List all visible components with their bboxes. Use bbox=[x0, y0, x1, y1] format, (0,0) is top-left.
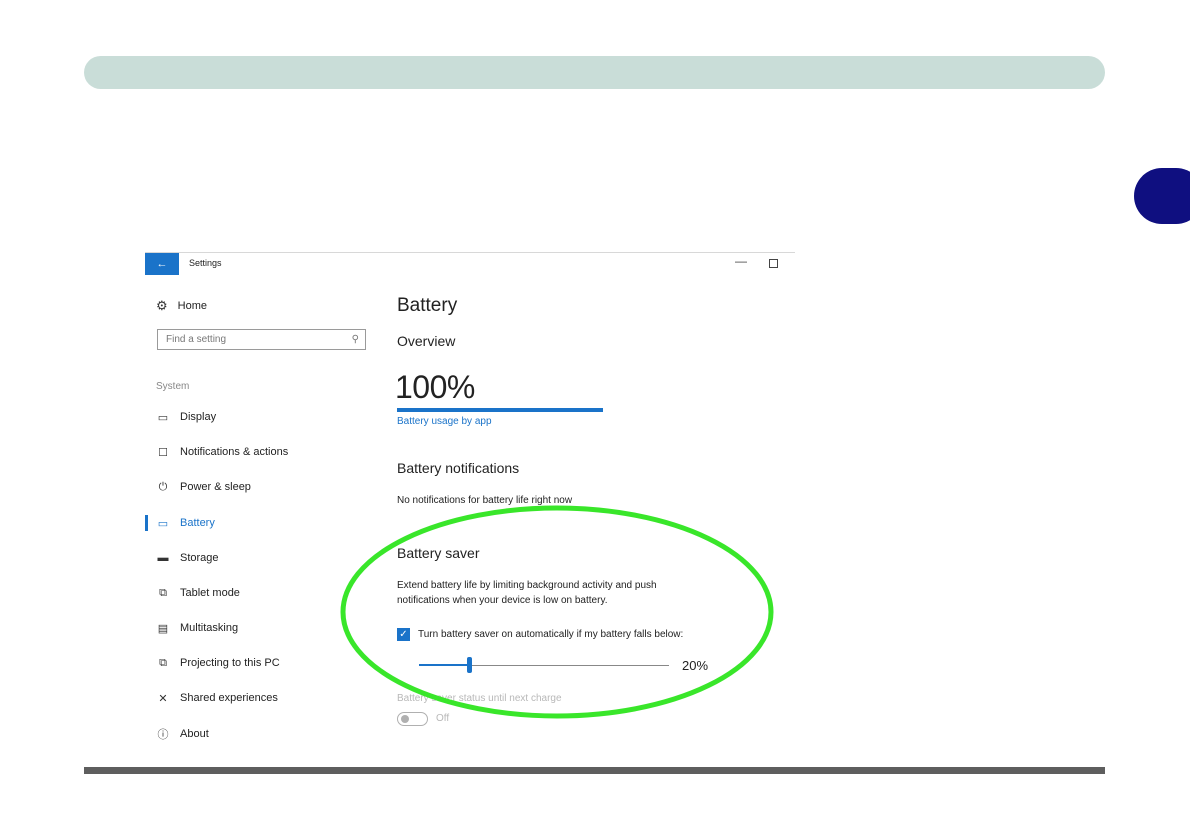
sidebar-item-label: Notifications & actions bbox=[180, 446, 289, 458]
sidebar-item-projecting[interactable]: ⧉ Projecting to this PC bbox=[156, 655, 280, 671]
multitasking-icon: ▤ bbox=[157, 622, 169, 635]
sidebar-item-label: Tablet mode bbox=[180, 587, 240, 599]
footer-rule bbox=[84, 767, 1105, 774]
power-icon: ⏻ bbox=[158, 480, 168, 493]
sidebar-item-tablet-mode[interactable]: ⧉ Tablet mode bbox=[156, 585, 240, 601]
battery-level-fill bbox=[397, 408, 603, 412]
sidebar-item-label: About bbox=[180, 728, 209, 740]
overview-heading: Overview bbox=[397, 333, 456, 349]
tablet-mode-icon: ⧉ bbox=[159, 586, 167, 599]
sidebar-item-notifications[interactable]: ☐ Notifications & actions bbox=[156, 444, 288, 460]
minimize-button[interactable]: — bbox=[735, 254, 747, 268]
home-link[interactable]: ⚙ Home bbox=[156, 298, 207, 314]
title-bar: ← Settings — bbox=[145, 252, 795, 275]
sidebar-item-label: Battery bbox=[180, 517, 215, 529]
sidebar-item-multitasking[interactable]: ▤ Multitasking bbox=[156, 620, 238, 636]
search-icon: ⚲ bbox=[351, 334, 359, 345]
maximize-button[interactable] bbox=[769, 259, 778, 268]
notifications-heading: Battery notifications bbox=[397, 460, 520, 476]
battery-percent: 100% bbox=[395, 369, 475, 405]
sidebar-item-label: Projecting to this PC bbox=[180, 657, 280, 669]
sidebar-item-shared-experiences[interactable]: ✕ Shared experiences bbox=[156, 690, 278, 706]
sidebar-item-label: Power & sleep bbox=[180, 481, 251, 493]
battery-level-bar bbox=[397, 408, 603, 412]
battery-icon: ▭ bbox=[157, 517, 169, 530]
display-icon: ▭ bbox=[157, 411, 169, 424]
sidebar-item-label: Shared experiences bbox=[180, 692, 278, 704]
home-label: Home bbox=[177, 300, 207, 312]
highlight-ellipse bbox=[340, 505, 774, 719]
search-placeholder: Find a setting bbox=[166, 334, 227, 345]
sidebar-item-about[interactable]: ⓘ About bbox=[156, 726, 209, 742]
sidebar-item-label: Multitasking bbox=[180, 622, 239, 634]
highlight-ellipse-stroke bbox=[340, 505, 774, 719]
selected-indicator bbox=[145, 515, 148, 531]
notifications-icon: ☐ bbox=[158, 446, 168, 459]
sidebar-item-power[interactable]: ⏻ Power & sleep bbox=[156, 479, 251, 495]
storage-icon: ▬ bbox=[157, 552, 169, 564]
page-title: Battery bbox=[397, 295, 458, 316]
sidebar-item-battery[interactable]: ▭ Battery bbox=[156, 515, 215, 531]
sidebar-item-storage[interactable]: ▬ Storage bbox=[156, 550, 219, 566]
back-arrow-icon: ← bbox=[156, 258, 168, 270]
window-title: Settings bbox=[189, 258, 222, 268]
projecting-icon: ⧉ bbox=[159, 656, 167, 669]
back-button[interactable]: ← bbox=[145, 253, 179, 275]
chapter-tab bbox=[1134, 168, 1190, 224]
section-label: System bbox=[156, 381, 190, 392]
sidebar-item-display[interactable]: ▭ Display bbox=[156, 409, 216, 425]
sidebar-item-label: Storage bbox=[180, 552, 219, 564]
header-bar bbox=[84, 56, 1105, 89]
shared-experiences-icon: ✕ bbox=[158, 692, 168, 705]
gear-icon: ⚙ bbox=[156, 298, 168, 313]
about-icon: ⓘ bbox=[157, 729, 169, 741]
search-input[interactable]: Find a setting ⚲ bbox=[157, 329, 366, 350]
battery-usage-link[interactable]: Battery usage by app bbox=[397, 416, 492, 427]
sidebar-item-label: Display bbox=[180, 411, 217, 423]
